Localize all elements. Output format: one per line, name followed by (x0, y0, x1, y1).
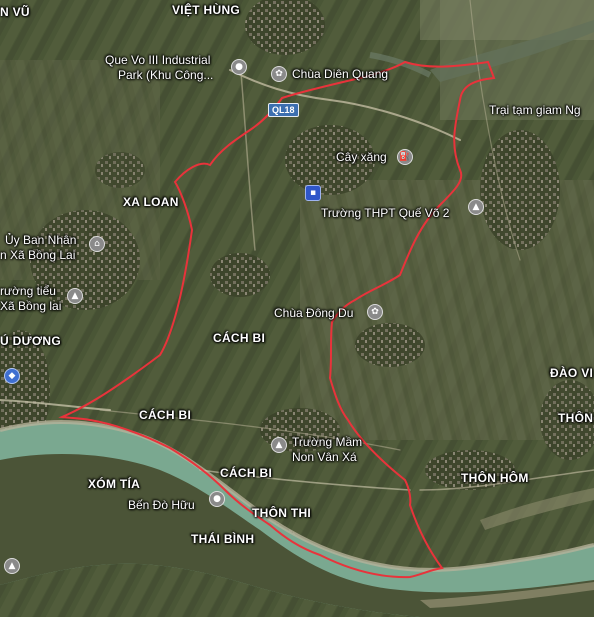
place-label: Ú DƯƠNG (0, 334, 61, 348)
poi-label[interactable]: Chùa Diên Quang (292, 67, 388, 81)
place-label: THÁI BÌNH (191, 532, 255, 546)
map-pin-icon[interactable]: ● (231, 59, 247, 75)
place-label: ĐÀO VI (550, 366, 594, 380)
place-label: CÁCH BI (139, 408, 192, 422)
poi-label[interactable]: Non Vân Xá (292, 450, 357, 464)
place-label: XA LOAN (123, 195, 179, 209)
government-building-icon[interactable]: ⌂ (89, 236, 105, 252)
poi-label[interactable]: Ủy Ban Nhân (5, 233, 76, 247)
place-label: VIỆT HÙNG (172, 3, 241, 17)
poi-label[interactable]: Trường THPT Quế Võ 2 (321, 206, 449, 220)
buddhist-temple-icon[interactable]: ✿ (271, 66, 287, 82)
bus-stop-icon[interactable]: ▪ (305, 185, 321, 201)
school-cap-icon[interactable]: ▲ (468, 199, 484, 215)
route-ql18-shield: QL18 (268, 103, 299, 117)
place-label: THÔN (558, 411, 594, 425)
poi-label[interactable]: Trại tạm giam Ng (489, 103, 581, 117)
poi-label[interactable]: Bến Đò Hữu (128, 498, 195, 512)
school-cap-icon[interactable]: ▲ (4, 558, 20, 574)
place-label: CÁCH BI (213, 331, 266, 345)
place-label: CÁCH BI (220, 466, 273, 480)
place-label: THÔN THI (252, 506, 312, 520)
poi-label[interactable]: Que Vo III Industrial (105, 53, 210, 67)
poi-label[interactable]: Xã Bồng lai (0, 299, 61, 313)
poi-label[interactable]: rường tiểu (0, 284, 56, 298)
shopping-bag-icon[interactable]: ◆ (4, 368, 20, 384)
poi-label[interactable]: Cây xăng (336, 150, 387, 164)
poi-label[interactable]: Trường Mầm (292, 435, 362, 449)
school-cap-icon[interactable]: ▲ (67, 288, 83, 304)
place-label: N VŨ (0, 5, 30, 19)
place-label: XÓM TÍA (88, 477, 141, 491)
school-cap-icon[interactable]: ▲ (271, 437, 287, 453)
poi-label[interactable]: Park (Khu Công... (118, 68, 213, 82)
gas-station-icon[interactable]: ⛽ (397, 149, 413, 165)
poi-label[interactable]: n Xã Bồng Lai (0, 248, 75, 262)
buddhist-temple-icon[interactable]: ✿ (367, 304, 383, 320)
place-label: THÔN HÔM (461, 471, 529, 485)
map-pin-icon[interactable]: ● (209, 491, 225, 507)
satellite-map[interactable]: QL18 ● ✿ ⛽ ▪ ▲ ⌂ ▲ ◆ ✿ ▲ ● ▲ VIỆT HÙNG N… (0, 0, 594, 617)
poi-label[interactable]: Chùa Đông Du (274, 306, 353, 320)
